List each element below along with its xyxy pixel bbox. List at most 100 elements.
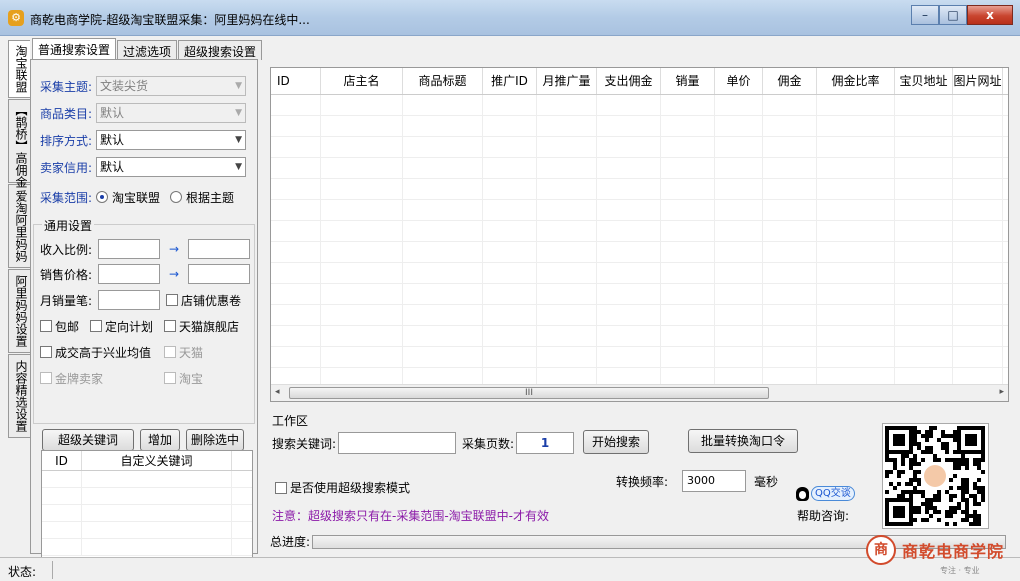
checkbox-directed-plan[interactable]: 定向计划 [90,318,164,335]
checkbox-tmall[interactable]: 天猫 [164,344,203,361]
add-keyword-button[interactable]: 增加 [140,429,180,451]
search-row: 搜索关键词: 采集页数: 1 [272,432,575,454]
brand-logo-mark: 商 [866,535,896,565]
price-max-input[interactable] [188,264,251,284]
qr-code-image [882,423,989,529]
pages-input[interactable]: 1 [516,432,575,454]
scope-label: 采集范围: [40,190,93,205]
chevron-down-icon: ▼ [235,135,242,145]
table-row [271,200,1008,221]
checkbox-taobao[interactable]: 淘宝 [164,370,203,387]
col-unit-price[interactable]: 单价 [715,68,763,94]
credit-select[interactable]: 默认 ▼ [96,157,246,177]
batch-convert-button[interactable]: 批量转换淘口令 [688,429,798,453]
tab-filter-options[interactable]: 过滤选项 [117,40,178,60]
checkbox-gold-seller[interactable]: 金牌卖家 [40,370,164,387]
checkbox-tmall-flagship[interactable]: 天猫旗舰店 [164,318,239,335]
close-button[interactable]: x [967,5,1013,25]
table-row [271,179,1008,200]
category-select[interactable]: 默认 ▼ [96,103,246,123]
vtab-alimama-settings[interactable]: 阿里妈妈设置 [8,269,30,353]
sort-value: 默认 [100,133,125,147]
checkbox-super-mode[interactable]: 是否使用超级搜索模式 [275,479,410,496]
chk-row-1: 包邮 定向计划 天猫旗舰店 [40,316,239,336]
checkbox-store-coupon-label: 店铺优惠卷 [181,293,242,308]
col-commission-paid[interactable]: 支出佣金 [597,68,661,94]
keyword-table-header: ID 自定义关键词 [42,451,252,471]
checkbox-icon [164,346,176,358]
qr-code-icon [885,426,985,526]
general-settings-title: 通用设置 [42,217,95,234]
super-mode-row: 是否使用超级搜索模式 [275,479,410,496]
scroll-left-icon[interactable]: ◂ [275,387,280,397]
category-value: 默认 [100,106,125,120]
col-item-url[interactable]: 宝贝地址 [895,68,953,94]
table-row [42,471,252,488]
results-table-header: ID 店主名 商品标题 推广ID 月推广量 支出佣金 销量 单价 佣金 佣金比率… [271,68,1008,95]
topic-select[interactable]: 文装尖货 ▼ [96,76,246,96]
table-row [271,137,1008,158]
checkbox-free-shipping[interactable]: 包邮 [40,318,90,335]
col-promo-id[interactable]: 推广ID [483,68,537,94]
col-commission-rate[interactable]: 佣金比率 [817,68,895,94]
vtab-taobao-union[interactable]: 淘宝联盟 [8,40,30,98]
tab-basic-search[interactable]: 普通搜索设置 [32,38,117,60]
col-title[interactable]: 商品标题 [403,68,483,94]
checkbox-store-coupon[interactable]: 店铺优惠卷 [166,292,241,309]
income-max-input[interactable] [188,239,251,259]
checkbox-free-shipping-label: 包邮 [55,319,80,334]
radio-unchecked-icon [170,191,183,203]
results-table[interactable]: ID 店主名 商品标题 推广ID 月推广量 支出佣金 销量 单价 佣金 佣金比率… [270,67,1009,402]
checkbox-tmall-flagship-label: 天猫旗舰店 [179,319,240,334]
col-id[interactable]: ID [271,68,321,94]
qq-chat-link[interactable]: QQ交谈 [796,486,855,501]
scroll-right-icon[interactable]: ▸ [999,387,1004,397]
income-row: 收入比例: → [40,239,251,259]
checkbox-above-average[interactable]: 成交高于兴业均值 [40,344,164,361]
freq-row: 转换频率: 3000 毫秒 [616,470,778,492]
delete-keyword-button[interactable]: 删除选中 [186,429,244,451]
checkbox-icon [90,320,102,332]
price-label: 销售价格: [40,267,93,282]
sort-label: 排序方式: [40,133,93,148]
tab-super-search[interactable]: 超级搜索设置 [178,40,263,60]
table-row [271,221,1008,242]
start-search-button[interactable]: 开始搜索 [583,430,649,454]
keyword-input[interactable] [338,432,457,454]
keyword-col-name[interactable]: 自定义关键词 [82,451,232,470]
topic-label: 采集主题: [40,79,93,94]
radio-checked-icon [96,191,108,203]
super-keyword-button[interactable]: 超级关键词 [42,429,134,451]
category-label: 商品类目: [40,106,93,121]
credit-value: 默认 [100,160,125,174]
price-min-input[interactable] [98,264,160,284]
freq-input[interactable]: 3000 [682,470,747,492]
col-sales[interactable]: 销量 [661,68,715,94]
minimize-button[interactable]: – [911,5,939,25]
horizontal-scrollbar[interactable]: ◂ III ▸ [271,384,1008,401]
checkbox-icon [275,481,287,494]
sort-row: 排序方式: 默认 ▼ [40,130,246,150]
vtab-ai-alimama[interactable]: 爱淘阿里妈妈 [8,184,30,268]
vtab-content-settings[interactable]: 内容精选设置 [8,354,30,438]
brand-logo-subtitle: 专注 · 专业 [940,566,980,575]
maximize-button[interactable]: □ [939,5,967,25]
scope-radio-topic[interactable]: 根据主题 [170,189,234,206]
chevron-down-icon: ▼ [235,108,242,118]
scope-radio-union[interactable]: 淘宝联盟 [96,189,160,206]
sort-select[interactable]: 默认 ▼ [96,130,246,150]
keyword-col-id[interactable]: ID [42,451,82,470]
income-min-input[interactable] [98,239,160,259]
vtab-high-commission[interactable]: 【鹊桥】高佣金 [8,99,30,188]
col-image-url[interactable]: 图片网址 [953,68,1003,94]
col-commission[interactable]: 佣金 [763,68,817,94]
table-row [42,539,252,556]
table-row [271,326,1008,347]
qq-chat-badge[interactable]: QQ交谈 [811,486,855,501]
keyword-table[interactable]: ID 自定义关键词 [41,450,253,560]
scrollbar-thumb[interactable]: III [289,387,769,399]
col-monthly-promo[interactable]: 月推广量 [537,68,597,94]
work-area-title: 工作区 [272,414,309,428]
monthly-input[interactable] [98,290,160,310]
col-shop-owner[interactable]: 店主名 [321,68,403,94]
